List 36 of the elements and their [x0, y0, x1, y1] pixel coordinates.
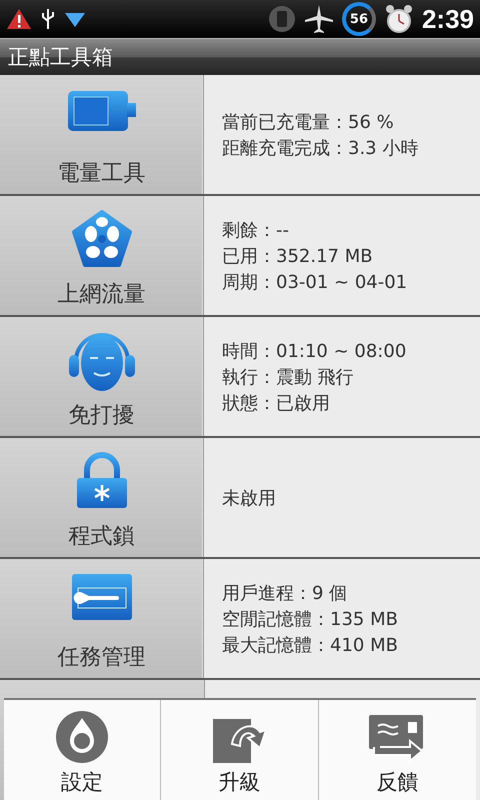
info-text: 用戶進程：9 個: [222, 582, 348, 604]
info-text: 距離充電完成：3.3 小時: [222, 136, 420, 160]
info-text: 當前已充電量：56 %: [222, 110, 395, 134]
tool-label: 任務管理: [58, 644, 146, 672]
tool-button[interactable]: 程式鎖: [0, 438, 204, 557]
menu-item[interactable]: 設定: [4, 700, 162, 800]
app-title: 正點工具箱: [8, 44, 113, 71]
info-text: 時間：01:10 ~ 08:00: [222, 340, 408, 362]
wheel-icon: [70, 210, 132, 268]
menu-item[interactable]: 升級: [161, 700, 319, 800]
menu-item[interactable]: 反饋: [318, 700, 476, 800]
phone-icon: [268, 5, 296, 33]
tool-label: 上網流量: [58, 281, 146, 309]
info-text: 剩餘：--: [222, 218, 290, 242]
info-text: 未啟用: [222, 486, 277, 510]
alarm-clock-icon: [384, 4, 414, 34]
lock-icon: [74, 452, 128, 510]
info-text: 最大記憶體：410 MB: [222, 634, 399, 656]
tool-button[interactable]: 任務管理: [0, 559, 204, 678]
headphones-icon: [68, 331, 136, 393]
tool-button[interactable]: 上網流量: [0, 196, 204, 315]
warning-icon: [6, 8, 32, 30]
tool-label: 免打擾: [68, 402, 134, 430]
usb-icon: [40, 7, 56, 31]
info-text: 空閒記憶體：135 MB: [222, 608, 399, 630]
tool-label: 電量工具: [58, 160, 146, 188]
tool-button[interactable]: 電量工具: [0, 75, 204, 194]
info-text: 執行：震動 飛行: [222, 366, 355, 388]
tool-label: 程式鎖: [68, 523, 134, 551]
clock-time: 2:39: [422, 4, 474, 34]
info-text: 已用：352.17 MB: [222, 244, 374, 268]
info-text: 狀態：已啟用: [222, 392, 331, 414]
info-text: 周期：03-01 ~ 04-01: [222, 270, 408, 294]
airplane-icon: [304, 4, 334, 34]
battery-icon: [66, 89, 138, 133]
tool-button[interactable]: 免打擾: [0, 317, 204, 436]
